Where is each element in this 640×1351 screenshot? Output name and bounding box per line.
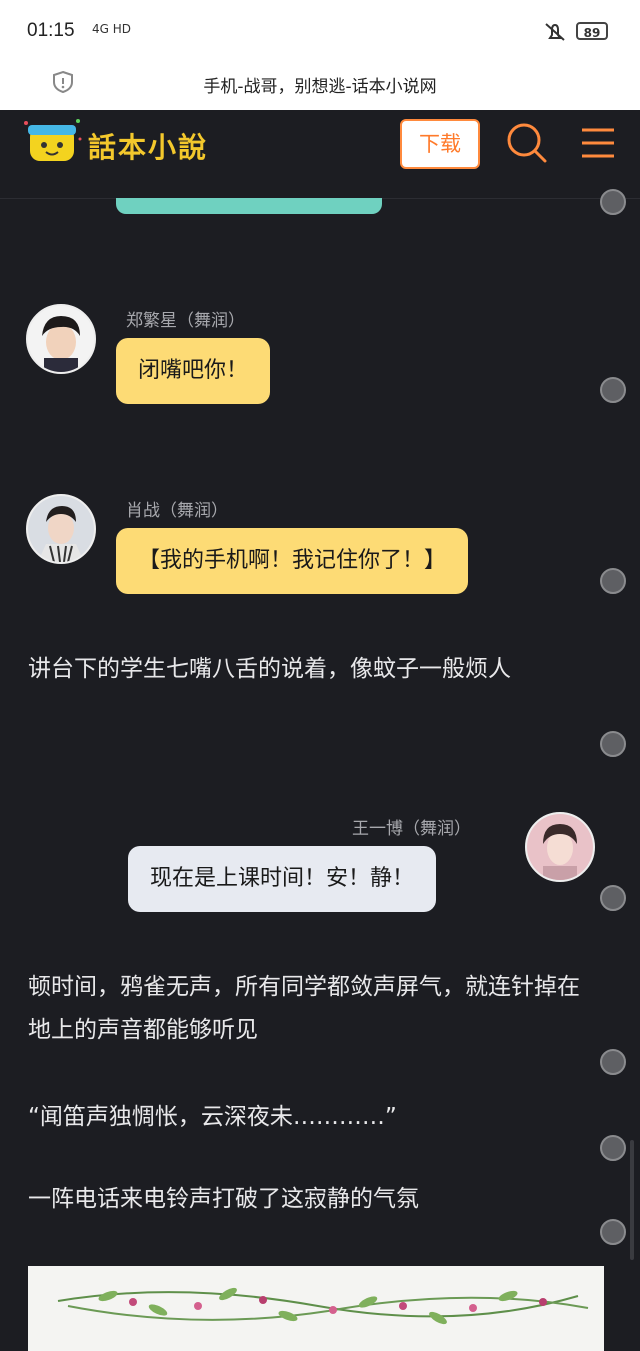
avatar[interactable] — [525, 812, 595, 882]
chat-bubble: 【我的手机啊！我记住你了！】 — [116, 528, 469, 594]
muted-bell-icon — [545, 23, 565, 41]
chat-bubble: 现在是上课时间！安！静！ — [128, 846, 437, 912]
scroll-marker[interactable] — [600, 189, 626, 215]
logo-icon[interactable] — [22, 117, 84, 169]
narration-paragraph: 一阵电话来电铃声打破了这寂静的气氛 — [28, 1186, 419, 1212]
avatar-portrait — [28, 496, 94, 562]
network-indicator: 4G HD — [92, 22, 132, 36]
chat-bubble: 闭嘴吧你！ — [116, 338, 271, 404]
avatar-portrait — [28, 306, 94, 372]
avatar-portrait — [527, 814, 593, 880]
menu-icon[interactable] — [580, 125, 616, 161]
scroll-marker[interactable] — [600, 1135, 626, 1161]
narration-paragraph: 顿时间，鸦雀无声，所有同学都敛声屏气，就连针掉在地上的声音都能够听见 — [28, 974, 580, 1043]
flower-vine-icon — [57, 1287, 589, 1325]
avatar[interactable] — [26, 494, 96, 564]
previous-bubble-edge — [116, 198, 382, 214]
decorative-flower-image — [28, 1266, 604, 1351]
scrollbar[interactable] — [630, 1140, 634, 1260]
narration-paragraph: “闻笛声独惆怅，云深夜未…………” — [28, 1104, 397, 1130]
avatar[interactable] — [26, 304, 96, 374]
search-icon[interactable] — [505, 121, 549, 165]
scroll-marker[interactable] — [600, 1049, 626, 1075]
logo-text[interactable]: 話本小說 — [88, 126, 208, 166]
battery-indicator: 89 — [576, 22, 608, 40]
scroll-marker[interactable] — [600, 568, 626, 594]
scroll-marker[interactable] — [600, 377, 626, 403]
status-time: 01:15 — [27, 20, 75, 41]
scroll-marker[interactable] — [600, 1219, 626, 1245]
narration-paragraph: 讲台下的学生七嘴八舌的说着，像蚊子一般烦人 — [28, 656, 511, 682]
speaker-name: 郑繁星（舞润） — [126, 311, 245, 331]
scroll-marker[interactable] — [600, 885, 626, 911]
download-button[interactable]: 下载 — [400, 119, 480, 169]
speaker-name: 肖战（舞润） — [126, 501, 228, 521]
scroll-marker[interactable] — [600, 731, 626, 757]
speaker-name: 王一博（舞润） — [352, 819, 471, 839]
page-title: 手机-战哥，别想逃-话本小说网 — [203, 77, 437, 97]
